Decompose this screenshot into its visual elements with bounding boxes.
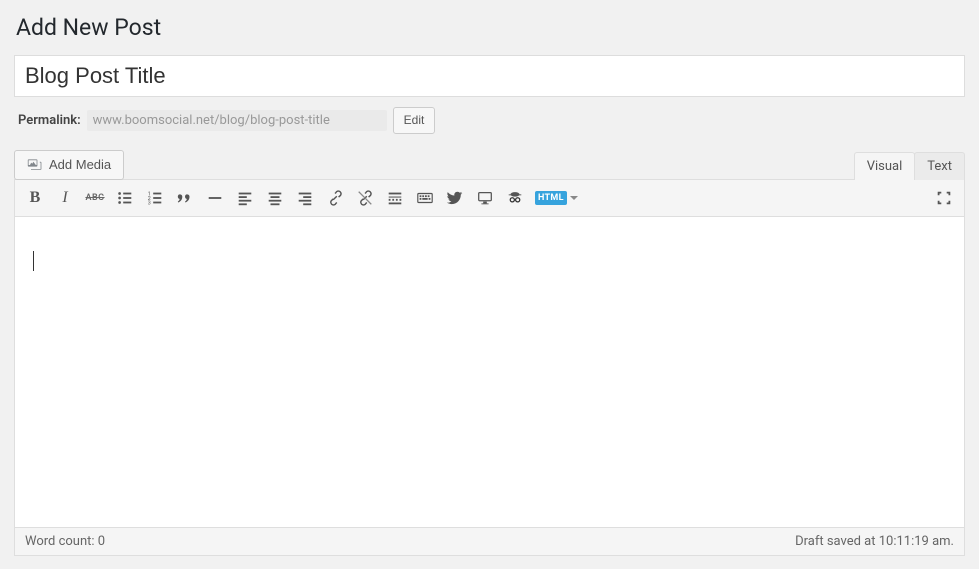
italic-button[interactable]: I (51, 184, 79, 212)
permalink-label: Permalink: (18, 113, 81, 128)
add-media-button[interactable]: Add Media (14, 150, 124, 180)
twitter-icon (446, 189, 464, 207)
numbered-list-icon: 123 (146, 189, 164, 207)
permalink-edit-button[interactable]: Edit (393, 107, 436, 134)
save-status: Draft saved at 10:11:19 am. (795, 534, 954, 549)
html-dropdown-button[interactable]: HTML (531, 184, 582, 212)
bullet-list-icon (116, 189, 134, 207)
post-title-wrap (14, 55, 965, 97)
align-center-button[interactable] (261, 184, 289, 212)
unlink-icon (356, 189, 374, 207)
bold-button[interactable]: B (21, 184, 49, 212)
align-left-button[interactable] (231, 184, 259, 212)
editor-tabs: Visual Text (855, 152, 965, 180)
keyboard-button[interactable] (411, 184, 439, 212)
more-icon (386, 189, 404, 207)
read-more-button[interactable] (381, 184, 409, 212)
hr-icon (206, 189, 224, 207)
spy-icon (506, 189, 524, 207)
editor-toolbar: B I ABC 123 (15, 180, 964, 217)
tab-visual[interactable]: Visual (854, 152, 916, 180)
horizontal-rule-button[interactable] (201, 184, 229, 212)
fullscreen-icon (935, 189, 953, 207)
numbered-list-button[interactable]: 123 (141, 184, 169, 212)
align-center-icon (266, 189, 284, 207)
bullet-list-button[interactable] (111, 184, 139, 212)
align-right-button[interactable] (291, 184, 319, 212)
spy-button[interactable] (501, 184, 529, 212)
quote-icon (176, 189, 194, 207)
editor-container: B I ABC 123 (14, 179, 965, 528)
add-media-label: Add Media (49, 157, 111, 172)
permalink-url: www.boomsocial.net/blog/blog-post-title (87, 110, 387, 131)
svg-text:3: 3 (148, 200, 151, 206)
unlink-button[interactable] (351, 184, 379, 212)
word-count: Word count: 0 (25, 534, 105, 549)
status-bar: Word count: 0 Draft saved at 10:11:19 am… (14, 528, 965, 556)
tab-text[interactable]: Text (914, 152, 965, 180)
page-title: Add New Post (16, 14, 965, 41)
chevron-down-icon (570, 196, 578, 200)
text-cursor (33, 251, 34, 271)
post-title-input[interactable] (14, 55, 965, 97)
keyboard-icon (416, 189, 434, 207)
strikethrough-button[interactable]: ABC (81, 184, 109, 212)
monitor-button[interactable] (471, 184, 499, 212)
blockquote-button[interactable] (171, 184, 199, 212)
link-icon (326, 189, 344, 207)
editor-content[interactable] (15, 217, 964, 527)
align-left-icon (236, 189, 254, 207)
monitor-icon (476, 189, 494, 207)
twitter-button[interactable] (441, 184, 469, 212)
align-right-icon (296, 189, 314, 207)
permalink-row: Permalink: www.boomsocial.net/blog/blog-… (14, 101, 965, 144)
media-icon (27, 157, 43, 173)
fullscreen-button[interactable] (930, 184, 958, 212)
link-button[interactable] (321, 184, 349, 212)
